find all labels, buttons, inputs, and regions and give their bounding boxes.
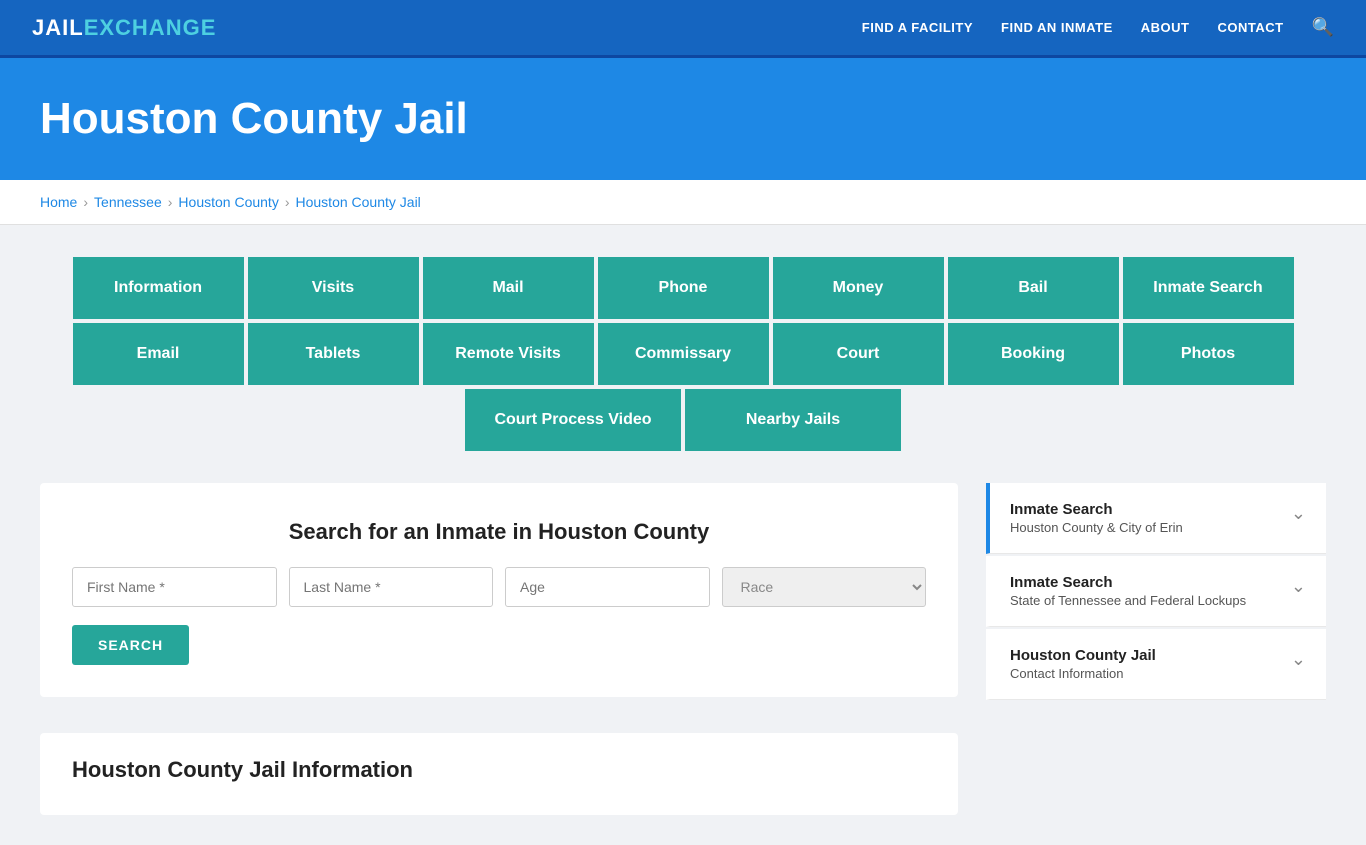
sidebar-item-text-3: Houston County Jail Contact Information [1010,647,1156,681]
sidebar-item-subtitle-2: State of Tennessee and Federal Lockups [1010,593,1246,608]
main-nav: JAIL EXCHANGE FIND A FACILITY FIND AN IN… [0,0,1366,58]
btn-phone[interactable]: Phone [596,255,771,321]
logo-exchange: EXCHANGE [84,15,217,41]
btn-court[interactable]: Court [771,321,946,387]
btn-photos[interactable]: Photos [1121,321,1296,387]
search-button[interactable]: SEARCH [72,625,189,665]
search-fields: Race White Black Hispanic Asian Other [72,567,926,607]
info-panel: Houston County Jail Information [40,733,958,815]
btn-inmate-search[interactable]: Inmate Search [1121,255,1296,321]
breadcrumb: Home › Tennessee › Houston County › Hous… [0,180,1366,225]
btn-information[interactable]: Information [71,255,246,321]
btn-nearby-jails[interactable]: Nearby Jails [683,387,903,453]
breadcrumb-sep-1: › [83,194,88,210]
chevron-down-icon-1: ⌄ [1291,503,1306,524]
btn-email[interactable]: Email [71,321,246,387]
sidebar-item-title-1: Inmate Search [1010,501,1183,518]
btn-money[interactable]: Money [771,255,946,321]
breadcrumb-home[interactable]: Home [40,194,77,210]
btn-bail[interactable]: Bail [946,255,1121,321]
sidebar-item-text-1: Inmate Search Houston County & City of E… [1010,501,1183,535]
age-input[interactable] [505,567,710,607]
sidebar: Inmate Search Houston County & City of E… [986,483,1326,700]
nav-contact[interactable]: CONTACT [1217,20,1283,35]
nav-find-facility[interactable]: FIND A FACILITY [862,20,973,35]
info-title: Houston County Jail Information [72,757,926,791]
sidebar-item-inmate-search-houston[interactable]: Inmate Search Houston County & City of E… [986,483,1326,554]
button-row-3: Court Process Video Nearby Jails [40,387,1326,453]
button-row-1: Information Visits Mail Phone Money Bail… [40,255,1326,321]
sidebar-item-title-2: Inmate Search [1010,574,1246,591]
search-title: Search for an Inmate in Houston County [72,519,926,545]
last-name-input[interactable] [289,567,494,607]
btn-booking[interactable]: Booking [946,321,1121,387]
button-row-2: Email Tablets Remote Visits Commissary C… [40,321,1326,387]
nav-about[interactable]: ABOUT [1141,20,1190,35]
chevron-down-icon-3: ⌄ [1291,649,1306,670]
sidebar-item-inmate-search-tennessee[interactable]: Inmate Search State of Tennessee and Fed… [986,556,1326,627]
btn-remote-visits[interactable]: Remote Visits [421,321,596,387]
first-name-input[interactable] [72,567,277,607]
search-panel: Search for an Inmate in Houston County R… [40,483,958,697]
logo[interactable]: JAIL EXCHANGE [32,15,216,41]
sidebar-item-subtitle-1: Houston County & City of Erin [1010,520,1183,535]
lower-section: Search for an Inmate in Houston County R… [40,483,1326,815]
breadcrumb-sep-3: › [285,194,290,210]
btn-commissary[interactable]: Commissary [596,321,771,387]
chevron-down-icon-2: ⌄ [1291,576,1306,597]
page-title: Houston County Jail [40,94,1326,144]
race-select[interactable]: Race White Black Hispanic Asian Other [722,567,927,607]
breadcrumb-houston-county-jail[interactable]: Houston County Jail [296,194,421,210]
left-column: Search for an Inmate in Houston County R… [40,483,958,815]
search-icon[interactable]: 🔍 [1312,17,1334,38]
sidebar-item-text-2: Inmate Search State of Tennessee and Fed… [1010,574,1246,608]
nav-find-inmate[interactable]: FIND AN INMATE [1001,20,1113,35]
breadcrumb-houston-county[interactable]: Houston County [178,194,278,210]
sidebar-item-title-3: Houston County Jail [1010,647,1156,664]
nav-links: FIND A FACILITY FIND AN INMATE ABOUT CON… [862,17,1334,38]
breadcrumb-sep-2: › [168,194,173,210]
btn-court-video[interactable]: Court Process Video [463,387,683,453]
button-grid: Information Visits Mail Phone Money Bail… [40,255,1326,453]
breadcrumb-tennessee[interactable]: Tennessee [94,194,162,210]
sidebar-item-contact-info[interactable]: Houston County Jail Contact Information … [986,629,1326,700]
btn-tablets[interactable]: Tablets [246,321,421,387]
content-wrapper: Information Visits Mail Phone Money Bail… [0,225,1366,845]
hero-section: Houston County Jail [0,58,1366,180]
btn-visits[interactable]: Visits [246,255,421,321]
logo-jail: JAIL [32,15,84,41]
sidebar-item-subtitle-3: Contact Information [1010,666,1156,681]
btn-mail[interactable]: Mail [421,255,596,321]
